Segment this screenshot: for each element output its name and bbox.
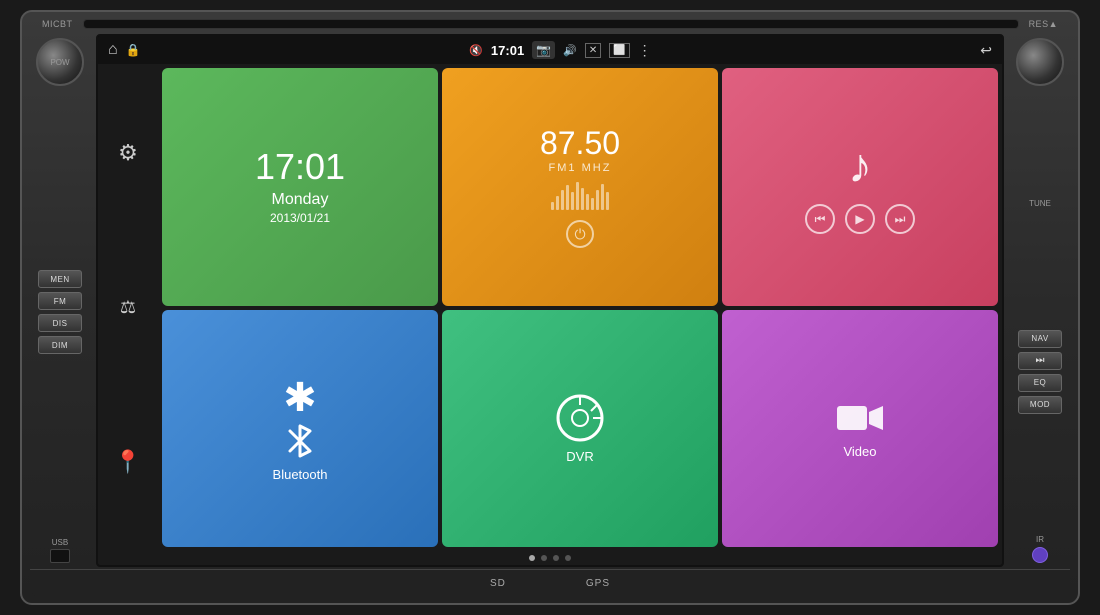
video-tile[interactable]: Video	[722, 310, 998, 548]
bt-label: BT	[60, 19, 73, 29]
top-labels-row: MIC BT RES ▲	[30, 16, 1070, 32]
status-bar-right: ↩	[980, 42, 992, 59]
radio-tile[interactable]: 87.50 FM1 MHZ	[442, 68, 718, 306]
music-tile[interactable]: ♪ ⏮ ▶ ⏭	[722, 68, 998, 306]
bottom-strip: SD GPS	[30, 569, 1070, 597]
clock-day: Monday	[272, 191, 329, 209]
sd-slot-label: SD	[490, 578, 506, 589]
clock-tile[interactable]: 17:01 Monday 2013/01/21	[162, 68, 438, 306]
dot-3[interactable]	[553, 555, 559, 561]
tune-label: TUNE	[1029, 199, 1051, 208]
fm-button[interactable]: FM	[38, 292, 82, 310]
pow-label: POW	[50, 58, 69, 67]
location-icon[interactable]: 📍	[114, 449, 141, 475]
bluetooth-icon: ✱	[283, 375, 317, 421]
page-dots	[98, 551, 1002, 565]
bluetooth-tile[interactable]: ✱ Bluetooth	[162, 310, 438, 548]
power-knob[interactable]: POW	[36, 38, 84, 86]
men-button[interactable]: MEN	[38, 270, 82, 288]
app-grid: 17:01 Monday 2013/01/21 87.50 FM1 MHZ	[158, 64, 1002, 551]
gps-slot-label: GPS	[586, 578, 610, 589]
res-label: RES	[1029, 19, 1049, 29]
radio-waveform	[551, 180, 609, 210]
dis-button[interactable]: DIS	[38, 314, 82, 332]
nav-button[interactable]: NAV	[1018, 330, 1062, 348]
ir-sensor	[1032, 547, 1048, 563]
status-time: 17:01	[491, 43, 524, 58]
eject-label[interactable]: ▲	[1049, 19, 1058, 29]
next-button[interactable]: ⏭	[885, 204, 915, 234]
dot-1[interactable]	[529, 555, 535, 561]
settings-icon[interactable]: ⚙	[118, 140, 138, 166]
radio-band: FM1 MHZ	[549, 162, 612, 174]
more-icon[interactable]: ⋮	[638, 42, 652, 59]
equalizer-icon[interactable]: ⚖	[120, 297, 136, 318]
mic-label: MIC	[42, 19, 60, 29]
clock-time: 17:01	[255, 149, 345, 185]
volume-icon[interactable]: 🔊	[563, 44, 577, 57]
tune-knob[interactable]	[1016, 38, 1064, 86]
dvr-label: DVR	[566, 449, 593, 464]
bluetooth-symbol	[280, 421, 320, 461]
screen-left-icons: ⚙ ⚖ 📍	[98, 64, 158, 551]
play-button[interactable]: ▶	[845, 204, 875, 234]
close-icon[interactable]: ✕	[585, 43, 601, 58]
status-bar: ⌂ 🔒 🔇 17:01 📷 🔊 ✕ ⬜ ⋮ ↩	[98, 36, 1002, 64]
cd-slot	[83, 19, 1019, 29]
lock-icon: 🔒	[126, 43, 141, 57]
usb-port[interactable]	[50, 549, 70, 563]
dot-4[interactable]	[565, 555, 571, 561]
eq-button[interactable]: EQ	[1018, 374, 1062, 392]
car-stereo-unit: MIC BT RES ▲ POW MEN FM DIS DIM USB	[20, 10, 1080, 605]
dvr-icon	[555, 393, 605, 443]
bluetooth-label: Bluetooth	[273, 467, 328, 482]
video-label: Video	[843, 444, 876, 459]
video-camera-icon	[835, 398, 885, 438]
window-icon[interactable]: ⬜	[609, 43, 629, 58]
status-bar-left: ⌂ 🔒	[108, 41, 141, 59]
dvr-tile[interactable]: DVR	[442, 310, 718, 548]
radio-frequency: 87.50	[540, 125, 620, 162]
status-bar-center: 🔇 17:01 📷 🔊 ✕ ⬜ ⋮	[469, 41, 651, 59]
left-sidebar: POW MEN FM DIS DIM USB	[30, 34, 90, 567]
right-sidebar: TUNE NAV ⏭ EQ MOD IR	[1010, 34, 1070, 567]
prev-button[interactable]: ⏮	[805, 204, 835, 234]
back-icon[interactable]: ↩	[980, 42, 992, 59]
ir-label: IR	[1036, 535, 1044, 544]
dim-button[interactable]: DIM	[38, 336, 82, 354]
main-screen: ⌂ 🔒 🔇 17:01 📷 🔊 ✕ ⬜ ⋮ ↩	[96, 34, 1004, 567]
screen-main-content: ⚙ ⚖ 📍 17:01 Monday 2013/01/21 87.50	[98, 64, 1002, 551]
music-note-icon: ♪	[848, 139, 872, 194]
skip-forward-button[interactable]: ⏭	[1018, 352, 1062, 370]
mod-button[interactable]: MOD	[1018, 396, 1062, 414]
music-controls: ⏮ ▶ ⏭	[805, 204, 915, 234]
usb-label: USB	[52, 538, 68, 547]
right-buttons-group: NAV ⏭ EQ MOD	[1018, 330, 1062, 414]
clock-date: 2013/01/21	[270, 211, 330, 225]
no-signal-icon: 🔇	[469, 44, 483, 57]
dot-2[interactable]	[541, 555, 547, 561]
left-buttons-group: MEN FM DIS DIM	[38, 270, 82, 354]
radio-power-button[interactable]: ⏻	[566, 220, 594, 248]
home-icon[interactable]: ⌂	[108, 41, 118, 59]
middle-section: POW MEN FM DIS DIM USB ⌂ 🔒	[30, 32, 1070, 569]
camera-icon[interactable]: 📷	[532, 41, 555, 59]
